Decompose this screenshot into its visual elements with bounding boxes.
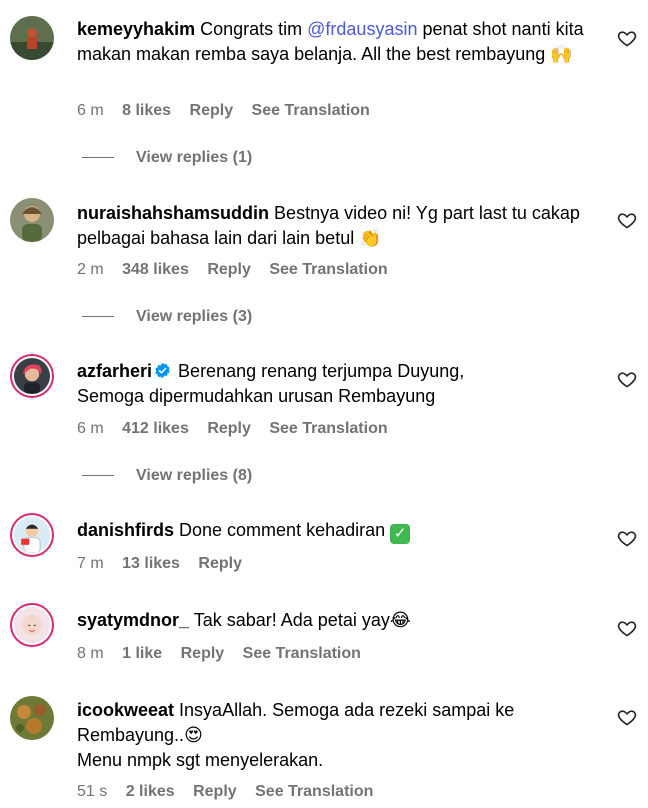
view-replies-button[interactable]: View replies (8) [82, 466, 252, 486]
username[interactable]: nuraishahshamsuddin [77, 203, 269, 223]
reply-button[interactable]: Reply [193, 783, 237, 800]
heart-outline-icon[interactable] [617, 707, 637, 727]
comment-text: Menu nmpk sgt menyelerakan. [77, 750, 324, 770]
heart-outline-icon[interactable] [617, 369, 637, 389]
divider-line [82, 316, 114, 318]
reply-button[interactable]: Reply [181, 645, 225, 662]
laughing-face-emoji: 😂 [389, 610, 411, 631]
see-translation-button[interactable]: See Translation [269, 420, 387, 437]
clapping-hands-emoji: 👏 [359, 228, 382, 249]
heart-outline-icon[interactable] [617, 28, 637, 48]
timestamp: 51 s [77, 783, 108, 800]
avatar[interactable] [10, 513, 54, 557]
likes-count[interactable]: 13 likes [122, 555, 180, 572]
timestamp: 8 m [77, 645, 104, 662]
avatar[interactable] [10, 603, 54, 647]
view-replies-button[interactable]: View replies (1) [82, 148, 252, 168]
timestamp: 2 m [77, 261, 104, 278]
comment-text: Tak sabar! Ada petai yay [189, 610, 390, 630]
see-translation-button[interactable]: See Translation [243, 645, 361, 662]
see-translation-button[interactable]: See Translation [269, 261, 387, 278]
view-replies-button[interactable]: View replies (3) [82, 307, 252, 327]
heart-outline-icon[interactable] [617, 528, 637, 548]
likes-count[interactable]: 412 likes [122, 420, 189, 437]
divider-line [82, 475, 114, 477]
see-translation-button[interactable]: See Translation [255, 783, 373, 800]
username[interactable]: icookweeat [77, 700, 174, 720]
likes-count[interactable]: 348 likes [122, 261, 189, 278]
reply-button[interactable]: Reply [190, 102, 234, 119]
avatar[interactable] [10, 354, 54, 398]
avatar[interactable] [10, 16, 54, 60]
comment-text: Congrats tim [195, 19, 308, 39]
likes-count[interactable]: 1 like [122, 645, 162, 662]
timestamp: 7 m [77, 555, 104, 572]
reply-button[interactable]: Reply [198, 555, 242, 572]
timestamp: 6 m [77, 420, 104, 437]
reply-button[interactable]: Reply [207, 261, 251, 278]
comment-text: Done comment kehadiran [174, 520, 391, 540]
divider-line [82, 157, 114, 159]
see-translation-button[interactable]: See Translation [252, 102, 370, 119]
avatar[interactable] [10, 198, 54, 242]
heart-outline-icon[interactable] [617, 210, 637, 230]
likes-count[interactable]: 8 likes [122, 102, 171, 119]
avatar[interactable] [10, 696, 54, 740]
likes-count[interactable]: 2 likes [126, 783, 175, 800]
mention-link[interactable]: @frdausyasin [307, 19, 417, 39]
username[interactable]: azfarheri [77, 361, 152, 381]
verified-badge-icon [155, 362, 170, 379]
check-mark-emoji: ✓ [390, 524, 411, 544]
reply-button[interactable]: Reply [207, 420, 251, 437]
timestamp: 6 m [77, 102, 104, 119]
raising-hands-emoji: 🙌 [550, 44, 573, 65]
heart-outline-icon[interactable] [617, 618, 637, 638]
username[interactable]: kemeyyhakim [77, 19, 195, 39]
username[interactable]: danishfirds [77, 520, 174, 540]
heart-eyes-emoji: 😍 [184, 725, 203, 746]
username[interactable]: syatymdnor_ [77, 610, 189, 630]
